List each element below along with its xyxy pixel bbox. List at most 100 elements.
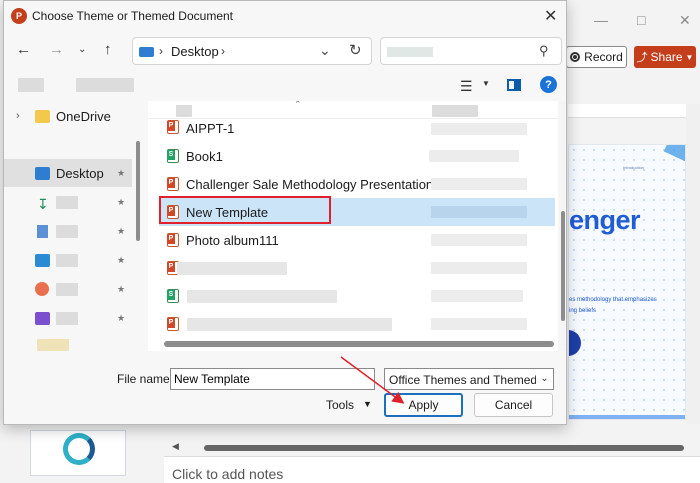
refresh-icon[interactable]: ↻ — [349, 41, 362, 59]
nav-item-desktop[interactable]: Desktop ★ — [4, 159, 132, 187]
minimize-icon[interactable]: — — [594, 12, 608, 28]
nav-item-videos[interactable]: ★ — [4, 304, 132, 332]
tools-menu-label[interactable]: Tools — [326, 398, 354, 412]
file-row[interactable]: AIPPT-1 — [159, 113, 555, 141]
slide-thumbnail[interactable] — [30, 430, 126, 476]
file-row[interactable] — [159, 310, 555, 338]
record-icon — [570, 52, 581, 62]
chevron-down-icon: ⌄ — [536, 369, 553, 389]
file-name: Book1 — [186, 149, 223, 164]
powerpoint-file-icon — [167, 233, 179, 247]
command-bar: ☰ ▼ ? — [4, 73, 566, 99]
slide-canvas[interactable]: Introduction enger es methodology that e… — [568, 144, 686, 420]
nav-item-onedrive[interactable]: › OneDrive — [4, 102, 132, 130]
file-row[interactable]: Book1 — [159, 142, 555, 170]
ruler — [568, 104, 686, 118]
nav-item-downloads[interactable]: ↧ ★ — [4, 188, 132, 216]
file-row[interactable] — [159, 254, 555, 282]
recent-locations-chevron-icon[interactable]: ⌄ — [78, 44, 86, 55]
view-options-icon[interactable]: ☰ — [460, 78, 473, 95]
file-row[interactable]: Challenger Sale Methodology Presentation… — [159, 170, 555, 198]
sort-ascending-icon: ⌃ — [294, 101, 302, 109]
slide-decoration — [663, 145, 685, 169]
file-name-redacted — [177, 262, 287, 275]
file-date-redacted — [431, 318, 527, 330]
file-date-redacted — [431, 234, 527, 246]
file-name-redacted — [187, 290, 337, 303]
pin-icon[interactable]: ★ — [117, 313, 125, 324]
pin-icon[interactable]: ★ — [117, 197, 125, 208]
new-folder-button-redacted[interactable] — [76, 78, 134, 92]
file-date-redacted — [431, 290, 523, 302]
slide-subtitle-line: es methodology that emphasizes — [569, 297, 657, 303]
close-icon[interactable]: ✕ — [544, 6, 557, 26]
chevron-down-icon: ▼ — [685, 52, 694, 62]
expand-arrow-icon[interactable]: › — [16, 110, 20, 122]
nav-item-documents[interactable]: ★ — [4, 217, 132, 245]
pin-icon[interactable]: ★ — [117, 168, 125, 179]
cancel-button[interactable]: Cancel — [474, 393, 553, 417]
file-name: New Template — [186, 205, 269, 220]
file-row-selected[interactable]: New Template — [159, 198, 555, 226]
nav-item-redacted[interactable] — [37, 339, 69, 351]
search-placeholder-redacted — [387, 47, 433, 57]
nav-item-music[interactable]: ★ — [4, 275, 132, 303]
chevron-down-icon[interactable]: ▼ — [482, 79, 490, 88]
slide-horizontal-scrollbar[interactable]: ◀ — [164, 440, 700, 454]
notes-pane[interactable]: Click to add notes — [164, 456, 700, 483]
slide-intro-text: Introduction — [623, 165, 644, 170]
nav-label-redacted — [56, 196, 78, 209]
file-row[interactable] — [159, 282, 555, 310]
dialog-title: Choose Theme or Themed Document — [32, 9, 233, 23]
share-label: Share — [650, 50, 683, 64]
nav-label-redacted — [56, 225, 78, 238]
nav-label-redacted — [56, 312, 78, 325]
pin-icon[interactable]: ★ — [117, 255, 125, 266]
file-name-field[interactable] — [170, 368, 375, 390]
forward-arrow-icon[interactable]: → — [49, 41, 64, 58]
preview-pane-icon[interactable] — [507, 79, 521, 91]
apply-button-label: Apply — [408, 398, 439, 412]
file-date-redacted — [431, 178, 527, 190]
scroll-left-icon[interactable]: ◀ — [172, 441, 179, 452]
slide-vertical-scrollbar[interactable] — [686, 104, 700, 424]
search-icon: ⚲ — [539, 43, 549, 58]
file-name-label: File name: — [117, 372, 174, 386]
breadcrumb-desktop[interactable]: Desktop — [171, 44, 219, 59]
share-icon: ⤴ — [636, 52, 648, 64]
file-name: AIPPT-1 — [186, 121, 235, 136]
close-window-icon[interactable]: ✕ — [679, 12, 691, 29]
nav-item-pictures[interactable]: ★ — [4, 246, 132, 274]
share-button[interactable]: ⤴ Share ▼ — [634, 46, 696, 68]
slide-subtitle-line: ing beliefs — [569, 308, 597, 314]
file-list-horizontal-scrollbar[interactable] — [164, 341, 554, 347]
file-row[interactable]: Photo album111 — [159, 226, 555, 254]
scrollbar-thumb[interactable] — [204, 445, 684, 451]
record-label: Record — [584, 50, 623, 64]
tools-dropdown-icon[interactable]: ▼ — [363, 399, 372, 409]
search-input[interactable]: ⚲ — [380, 37, 562, 65]
help-icon[interactable]: ? — [540, 76, 557, 93]
desktop-icon — [35, 166, 50, 180]
folder-icon — [35, 109, 50, 123]
scrollbar-thumb[interactable] — [561, 211, 565, 321]
spreadsheet-file-icon — [167, 149, 179, 163]
apply-button[interactable]: Apply — [384, 393, 463, 417]
music-icon — [35, 282, 49, 296]
up-arrow-icon[interactable]: ↑ — [104, 41, 112, 58]
address-bar[interactable]: › Desktop › ⌄ — [132, 37, 372, 65]
powerpoint-app-icon: P — [11, 8, 27, 24]
chevron-down-icon[interactable]: ⌄ — [319, 42, 331, 59]
maximize-icon[interactable]: □ — [637, 12, 645, 28]
organize-button-redacted[interactable] — [18, 78, 44, 92]
record-button[interactable]: Record — [566, 46, 627, 68]
nav-scrollbar-thumb[interactable] — [136, 141, 140, 241]
back-arrow-icon[interactable]: ← — [16, 41, 31, 58]
file-list-vertical-scrollbar[interactable] — [559, 101, 566, 351]
file-type-select[interactable]: Office Themes and Themed Documents ⌄ — [384, 368, 554, 390]
pin-icon[interactable]: ★ — [117, 284, 125, 295]
nav-item-label: OneDrive — [56, 108, 111, 124]
videos-icon — [35, 311, 50, 325]
breadcrumb-separator-icon[interactable]: › — [221, 44, 225, 58]
pin-icon[interactable]: ★ — [117, 226, 125, 237]
